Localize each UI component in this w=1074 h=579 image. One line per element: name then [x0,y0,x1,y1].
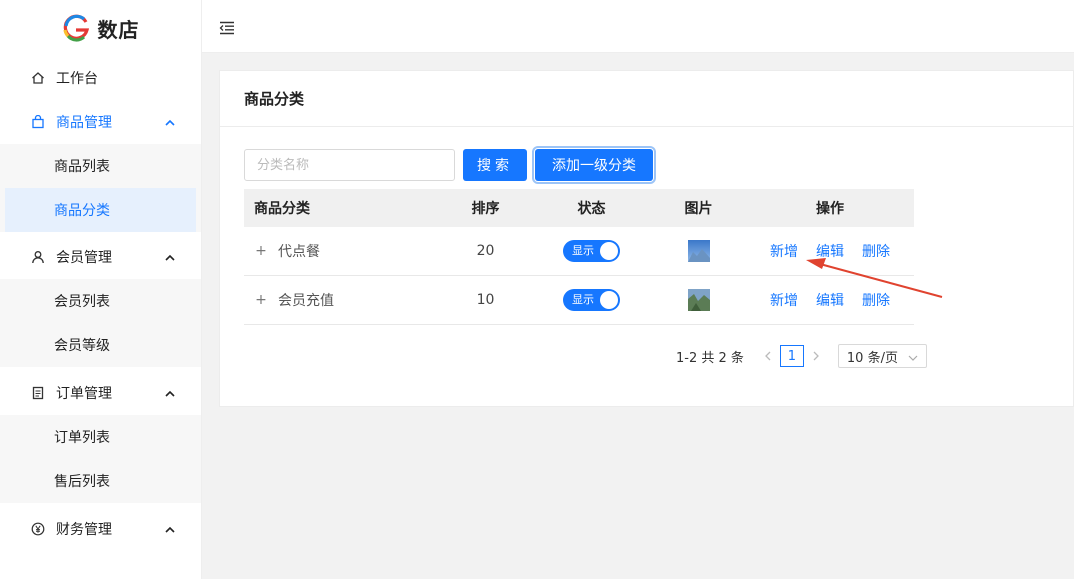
category-image[interactable] [687,240,710,262]
chevron-up-icon [163,250,177,264]
chevron-left-icon[interactable] [758,346,778,366]
edit-link[interactable]: 编辑 [816,241,844,261]
table-header: 商品分类 排序 状态 图片 操作 [244,189,914,227]
category-table: 商品分类 排序 状态 图片 操作 + 代点餐 20 显示 新增 编辑 删除 + … [244,189,914,325]
pagination-total: 1-2 共 2 条 [676,350,744,366]
page-title: 商品分类 [220,71,1073,127]
sidebar: 数店 工作台 商品管理 商品列表 商品分类 会员管理 会员列表 会员等级 订单管… [0,0,202,579]
delete-link[interactable]: 删除 [862,241,890,261]
sidebar-item-dashboard[interactable]: 工作台 [0,56,201,100]
brand-logo-icon [62,14,89,42]
search-bar: 搜索 添加一级分类 [244,146,656,184]
sidebar-item-product-list[interactable]: 商品列表 [0,144,201,188]
home-icon [30,70,46,86]
toggle-knob [600,291,618,309]
column-header: 排序 [471,201,500,217]
status-toggle[interactable]: 显示 [563,289,620,311]
pagination: 1-2 共 2 条 1 10 条/页 [676,344,927,368]
sidebar-item-after-sales[interactable]: 售后列表 [0,459,201,503]
page-button[interactable]: 1 [779,345,804,367]
status-label: 显示 [572,244,594,257]
brand-name: 数店 [97,17,140,42]
edit-link[interactable]: 编辑 [816,290,844,310]
sidebar-item-product-category[interactable]: 商品分类 [5,188,196,232]
delete-link[interactable]: 删除 [862,290,890,310]
sidebar-item-label: 工作台 [56,71,98,87]
column-header: 状态 [577,201,606,217]
chevron-up-icon [163,115,177,129]
expand-icon[interactable]: + [254,243,268,259]
collapse-menu-icon[interactable] [219,20,235,36]
add-subcategory-link[interactable]: 新增 [770,290,798,310]
status-label: 显示 [572,293,594,306]
sidebar-item-label: 财务管理 [56,522,112,538]
sort-value: 20 [476,243,495,259]
chevron-down-icon [908,351,918,366]
sidebar-item-label: 订单管理 [56,386,112,402]
submenu-members: 会员列表 会员等级 [0,279,201,367]
toggle-knob [600,242,618,260]
sidebar-item-orders[interactable]: 订单管理 [0,371,201,415]
user-icon [30,249,46,265]
category-image[interactable] [687,289,710,311]
search-button[interactable]: 搜索 [463,149,527,181]
sidebar-item-label: 商品管理 [56,115,112,131]
add-top-category-button[interactable]: 添加一级分类 [532,146,656,184]
submenu-orders: 订单列表 售后列表 [0,415,201,503]
table-row: + 会员充值 10 显示 新增 编辑 删除 [244,276,914,325]
table-row: + 代点餐 20 显示 新增 编辑 删除 [244,227,914,276]
category-name: 会员充值 [278,293,334,309]
document-icon [30,385,46,401]
yen-icon [30,521,46,537]
brand-logo[interactable]: 数店 [0,0,201,56]
expand-icon[interactable]: + [254,292,268,308]
add-subcategory-link[interactable]: 新增 [770,241,798,261]
sidebar-item-member-level[interactable]: 会员等级 [0,323,201,367]
chevron-up-icon [163,386,177,400]
topbar [202,0,1074,53]
chevron-up-icon [163,522,177,536]
column-header: 图片 [684,201,713,217]
category-card: 商品分类 搜索 添加一级分类 商品分类 排序 状态 图片 操作 + 代点餐 20… [219,70,1074,407]
sidebar-item-members[interactable]: 会员管理 [0,235,201,279]
category-name: 代点餐 [278,244,320,260]
sidebar-item-member-list[interactable]: 会员列表 [0,279,201,323]
chevron-right-icon[interactable] [806,346,826,366]
bag-icon [30,114,46,130]
status-toggle[interactable]: 显示 [563,240,620,262]
page-size-value: 10 条/页 [846,350,898,366]
category-name-input[interactable] [244,149,455,181]
sidebar-item-order-list[interactable]: 订单列表 [0,415,201,459]
sort-value: 10 [476,292,495,308]
submenu-products: 商品列表 商品分类 [0,144,201,232]
sidebar-item-finance[interactable]: 财务管理 [0,507,201,551]
column-header: 商品分类 [254,201,310,217]
page-size-select[interactable]: 10 条/页 [837,344,927,368]
column-header: 操作 [816,201,844,217]
sidebar-item-products[interactable]: 商品管理 [0,100,201,144]
sidebar-item-label: 会员管理 [56,250,112,266]
